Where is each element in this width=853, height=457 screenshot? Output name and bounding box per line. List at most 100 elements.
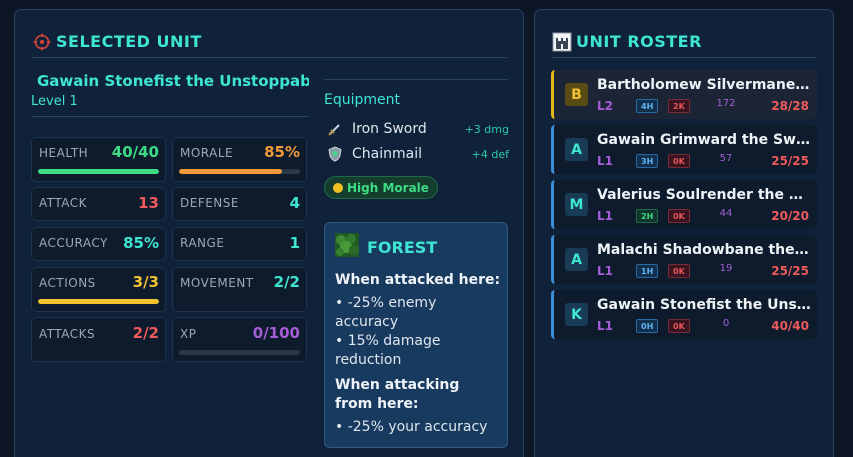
terrain-effect: • -25% enemy accuracy xyxy=(335,295,437,330)
stat-range: RANGE 1 xyxy=(172,227,307,261)
roster-unit-xp: 57 xyxy=(719,153,733,164)
roster-unit-name: Bartholomew Silvermane the Brave xyxy=(597,77,811,93)
stat-health: HEALTH 40/40 xyxy=(31,137,166,182)
roster-unit-level: L2 xyxy=(597,99,613,113)
roster-unit-hp: 40/40 xyxy=(771,319,809,333)
crosshair-icon xyxy=(31,31,52,52)
shield-icon xyxy=(327,146,343,162)
roster-unit-hp: 25/25 xyxy=(771,264,809,278)
roster-unit-hp: 25/25 xyxy=(771,154,809,168)
equipment-name: Chainmail xyxy=(352,146,422,162)
selected-unit-panel: SELECTED UNIT Gawain Stonefist the Unsto… xyxy=(14,9,524,457)
stat-label: DEFENSE xyxy=(180,196,239,210)
selected-unit-title: SELECTED UNIT xyxy=(56,32,202,51)
stat-label: ATTACKS xyxy=(39,327,96,341)
actions-bar xyxy=(38,299,159,304)
hits-chip: 0H xyxy=(636,319,659,333)
hits-chip: 2H xyxy=(636,209,659,223)
divider xyxy=(31,116,309,117)
roster-unit-name: Valerius Soulrender the Mystic xyxy=(597,187,811,203)
roster-unit-level: L1 xyxy=(597,319,613,333)
stat-attack: ATTACK 13 xyxy=(31,187,166,221)
xp-bar xyxy=(179,350,300,355)
unit-type-badge: M xyxy=(565,193,588,216)
roster-unit-card[interactable]: M Valerius Soulrender the Mystic L1 2H 0… xyxy=(551,180,817,229)
kills-chip: 0K xyxy=(668,319,690,333)
stat-label: ATTACK xyxy=(39,196,88,210)
equipment-bonus: +4 def xyxy=(471,147,509,161)
hits-chip: 1H xyxy=(636,264,659,278)
hits-chip: 4H xyxy=(636,99,659,113)
equipment-title: Equipment xyxy=(324,92,400,108)
roster-unit-xp: 44 xyxy=(719,208,733,219)
stat-actions: ACTIONS 3/3 xyxy=(31,267,166,312)
roster-unit-card[interactable]: K Gawain Stonefist the Unstoppable L1 0H… xyxy=(551,290,817,339)
roster-unit-hp: 20/20 xyxy=(771,209,809,223)
roster-unit-name: Malachi Shadowbane the Keen xyxy=(597,242,811,258)
terrain-card: FOREST When attacked here: • -25% enemy … xyxy=(324,222,508,448)
roster-unit-card[interactable]: A Malachi Shadowbane the Keen L1 1H 0K 1… xyxy=(551,235,817,284)
selected-unit-header: SELECTED UNIT xyxy=(31,26,507,58)
terrain-effect: • -25% your accuracy xyxy=(335,419,488,435)
roster-unit-xp: 19 xyxy=(719,263,733,274)
health-bar xyxy=(38,169,159,174)
stat-value: 2/2 xyxy=(132,324,159,342)
roster-unit-xp: 0 xyxy=(722,318,730,329)
terrain-name: FOREST xyxy=(367,237,438,257)
roster-unit-name: Gawain Stonefist the Unstoppable xyxy=(597,297,811,313)
stat-label: XP xyxy=(180,327,197,341)
stat-value: 1 xyxy=(289,234,300,252)
terrain-effect: • 15% damage reduction xyxy=(335,333,441,368)
stat-xp: XP 0/100 xyxy=(172,317,307,362)
roster-unit-card[interactable]: A Gawain Grimward the Swift L1 3H 0K 57 … xyxy=(551,125,817,174)
stat-accuracy: ACCURACY 85% xyxy=(31,227,166,261)
morale-badge: High Morale xyxy=(324,176,438,199)
equipment-name: Iron Sword xyxy=(352,121,427,137)
stat-value: 4 xyxy=(289,194,300,212)
unit-roster-title: UNIT ROSTER xyxy=(576,32,702,51)
divider xyxy=(324,79,508,80)
stat-label: MOVEMENT xyxy=(180,276,254,290)
roster-unit-level: L1 xyxy=(597,154,613,168)
stat-movement: MOVEMENT 2/2 xyxy=(172,267,307,312)
stat-value: 13 xyxy=(138,194,159,212)
kills-chip: 0K xyxy=(668,209,690,223)
kills-chip: 0K xyxy=(668,264,690,278)
stat-value: 85% xyxy=(123,234,159,252)
forest-icon xyxy=(335,233,359,261)
roster-unit-hp: 28/28 xyxy=(771,99,809,113)
kills-chip: 2K xyxy=(668,99,690,113)
stat-morale: MORALE 85% xyxy=(172,137,307,182)
stat-label: HEALTH xyxy=(39,146,89,160)
morale-bar xyxy=(179,169,300,174)
unit-type-badge: A xyxy=(565,248,588,271)
roster-unit-xp: 172 xyxy=(716,98,736,109)
kills-chip: 0K xyxy=(668,154,690,168)
stat-defense: DEFENSE 4 xyxy=(172,187,307,221)
unit-type-badge: B xyxy=(565,83,588,106)
roster-unit-card[interactable]: B Bartholomew Silvermane the Brave L2 4H… xyxy=(551,70,817,119)
unit-roster-panel: UNIT ROSTER B Bartholomew Silvermane the… xyxy=(534,9,834,457)
roster-unit-name: Gawain Grimward the Swift xyxy=(597,132,811,148)
stat-label: ACCURACY xyxy=(39,236,108,250)
equipment-item[interactable]: Iron Sword +3 dmg xyxy=(327,119,509,139)
when-attacking-title: When attacking from here: xyxy=(335,377,460,412)
stat-value: 0/100 xyxy=(252,324,300,342)
equipment-bonus: +3 dmg xyxy=(464,122,509,136)
castle-icon xyxy=(551,31,572,52)
sword-icon xyxy=(327,121,343,137)
stat-value: 3/3 xyxy=(132,273,159,291)
unit-roster-header: UNIT ROSTER xyxy=(551,26,817,58)
unit-type-badge: K xyxy=(565,303,588,326)
stat-value: 85% xyxy=(264,143,300,161)
equipment-item[interactable]: Chainmail +4 def xyxy=(327,144,509,164)
morale-badge-label: High Morale xyxy=(347,180,429,195)
roster-unit-level: L1 xyxy=(597,209,613,223)
stat-label: RANGE xyxy=(180,236,225,250)
hits-chip: 3H xyxy=(636,154,659,168)
stat-attacks: ATTACKS 2/2 xyxy=(31,317,166,362)
unit-name: Gawain Stonefist the Unstoppable xyxy=(37,72,309,90)
when-attacked-title: When attacked here: xyxy=(335,272,501,288)
stat-label: ACTIONS xyxy=(39,276,96,290)
stat-value: 40/40 xyxy=(111,143,159,161)
